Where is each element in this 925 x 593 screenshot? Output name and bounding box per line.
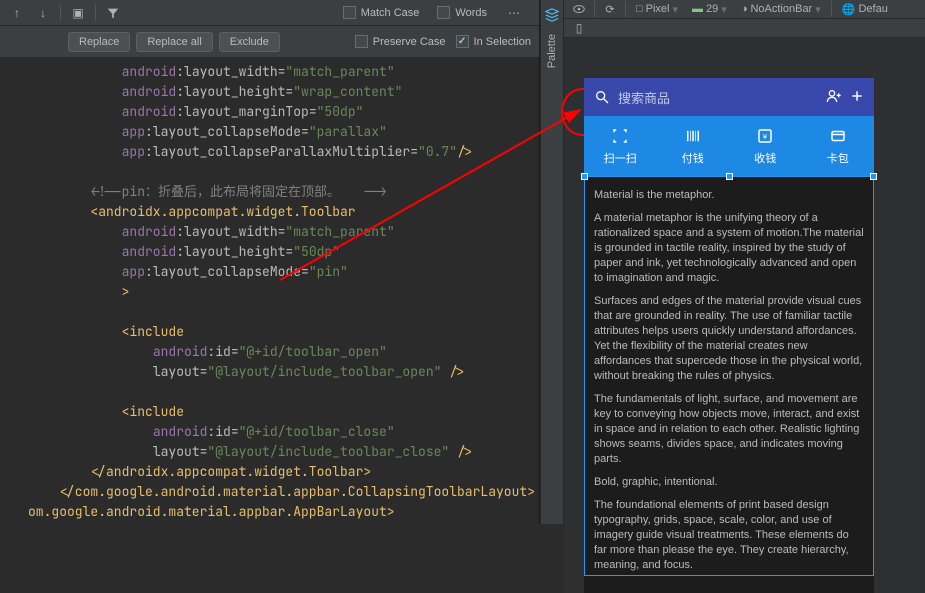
replace-button[interactable]: Replace [68,32,130,52]
palette-label[interactable]: Palette [546,34,558,68]
eye-icon[interactable] [570,0,588,18]
select-all-icon[interactable]: ▣ [69,4,87,22]
preview-sub-toolbar: ▯ [564,19,925,38]
find-toolbar-top: ↑ ↓ ▣ Match Case Words ⋯ [0,0,539,26]
user-icon[interactable] [826,88,842,107]
action-scan[interactable]: 扫一扫 [584,116,657,176]
palette-sidebar: Palette [540,0,564,524]
phone-small-icon[interactable]: ▯ [570,19,588,37]
arrow-up-icon[interactable]: ↑ [8,4,26,22]
filter-icon[interactable] [104,4,122,22]
code-line: android:id="@+id/toolbar_close" [0,422,539,442]
code-line: app:layout_collapseParallaxMultiplier="0… [0,142,539,162]
action-cards[interactable]: 卡包 [802,116,875,176]
cards-icon [828,126,848,146]
chevron-down-icon: ▾ [673,3,679,16]
separator [95,5,96,21]
replace-all-button[interactable]: Replace all [136,32,212,52]
code-line: app:layout_collapseMode="pin" [0,262,539,282]
preview-toolbar: ⟳ □ Pixel ▾ ▬ 29 ▾ ◑ NoActionBar ▾ 🌐 Def… [564,0,925,19]
action-receive[interactable]: ¥ 收钱 [729,116,802,176]
barcode-icon [683,126,703,146]
code-line: </com.google.android.material.appbar.Col… [0,482,539,502]
code-line: <include [0,322,539,342]
api-dropdown[interactable]: ▬ 29 ▾ [688,3,731,16]
plus-icon[interactable] [850,89,864,106]
words-label: Words [455,7,487,19]
action-receive-label: 收钱 [754,150,776,166]
code-line: layout="@layout/include_toolbar_open" /> [0,362,539,382]
code-line [0,302,539,322]
action-cards-label: 卡包 [827,150,849,166]
search-icon [594,89,610,105]
more-icon[interactable]: ⋯ [505,4,523,22]
scan-icon [610,126,630,146]
code-line: android:layout_width="match_parent" [0,62,539,82]
quick-actions: 扫一扫 付钱 ¥ 收钱 [584,116,874,176]
separator [60,5,61,21]
words-checkbox[interactable]: Words [437,6,487,19]
theme-dropdown[interactable]: ◑ NoActionBar ▾ [737,3,825,16]
exclude-button[interactable]: Exclude [219,32,280,52]
text-p4: The fundamentals of light, surface, and … [594,392,864,467]
chevron-down-icon: ▾ [721,3,727,16]
locale-label: Defau [858,3,887,15]
rotate-icon[interactable]: ⟳ [601,0,619,18]
text-p5: Bold, graphic, intentional. [594,475,864,490]
search-bar[interactable]: 搜索商品 [584,78,874,116]
match-case-label: Match Case [361,7,420,19]
action-pay-label: 付钱 [682,150,704,166]
separator [594,1,595,17]
text-p3: Surfaces and edges of the material provi… [594,294,864,384]
code-line: om.google.android.material.appbar.AppBar… [0,502,539,522]
code-line: <!--pin：折叠后，此布局将固定在顶部。 --> [0,182,539,202]
locale-dropdown[interactable]: 🌐 Defau [838,3,892,16]
preserve-case-checkbox[interactable]: Preserve Case [355,35,446,48]
theme-label: NoActionBar [750,3,812,15]
replace-row: Replace Replace all Exclude Preserve Cas… [0,26,539,58]
code-line [0,162,539,182]
receive-icon: ¥ [755,126,775,146]
svg-text:¥: ¥ [763,132,768,141]
in-selection-checkbox[interactable]: In Selection [456,35,531,48]
preserve-case-label: Preserve Case [373,36,446,48]
code-line: android:layout_height="50dp" [0,242,539,262]
device-dropdown[interactable]: □ Pixel ▾ [632,3,682,16]
code-line: android:id="@+id/toolbar_open" [0,342,539,362]
text-p6: The foundational elements of print based… [594,498,864,573]
device-label: Pixel [646,3,670,15]
preview-container: ⟳ □ Pixel ▾ ▬ 29 ▾ ◑ NoActionBar ▾ 🌐 Def… [564,0,925,524]
code-line: layout="@layout/include_toolbar_close" /… [0,442,539,462]
code-line: app:layout_collapseMode="parallax" [0,122,539,142]
code-line: android:layout_height="wrap_content" [0,82,539,102]
chevron-down-icon: ▾ [815,3,821,16]
separator [831,1,832,17]
code-editor[interactable]: android:layout_width="match_parent" andr… [0,58,539,524]
search-placeholder: 搜索商品 [618,88,826,107]
code-line: android:layout_marginTop="50dp" [0,102,539,122]
separator [625,1,626,17]
in-selection-label: In Selection [474,36,531,48]
preview-pane: Palette ⟳ □ Pixel ▾ ▬ 29 ▾ ◑ NoActionBar [540,0,925,524]
preview-surface[interactable]: 搜索商品 扫一扫 [564,38,925,593]
code-line: <include [0,402,539,422]
code-line: </androidx.appcompat.widget.Toolbar> [0,462,539,482]
text-p1: Material is the metaphor. [594,188,864,203]
editor-pane: ↑ ↓ ▣ Match Case Words ⋯ Replace Replace… [0,0,540,524]
phone-preview: 搜索商品 扫一扫 [584,78,874,593]
code-line [0,382,539,402]
api-label: 29 [706,3,718,15]
match-case-checkbox[interactable]: Match Case [343,6,420,19]
content-text: Material is the metaphor. A material met… [584,176,874,593]
text-p2: A material metaphor is the unifying theo… [594,211,864,286]
code-line: > [0,282,539,302]
action-pay[interactable]: 付钱 [657,116,730,176]
arrow-down-icon[interactable]: ↓ [34,4,52,22]
palette-layers-icon[interactable] [543,6,561,24]
action-scan-label: 扫一扫 [604,150,637,166]
code-line: <androidx.appcompat.widget.Toolbar [0,202,539,222]
code-line: android:layout_width="match_parent" [0,222,539,242]
